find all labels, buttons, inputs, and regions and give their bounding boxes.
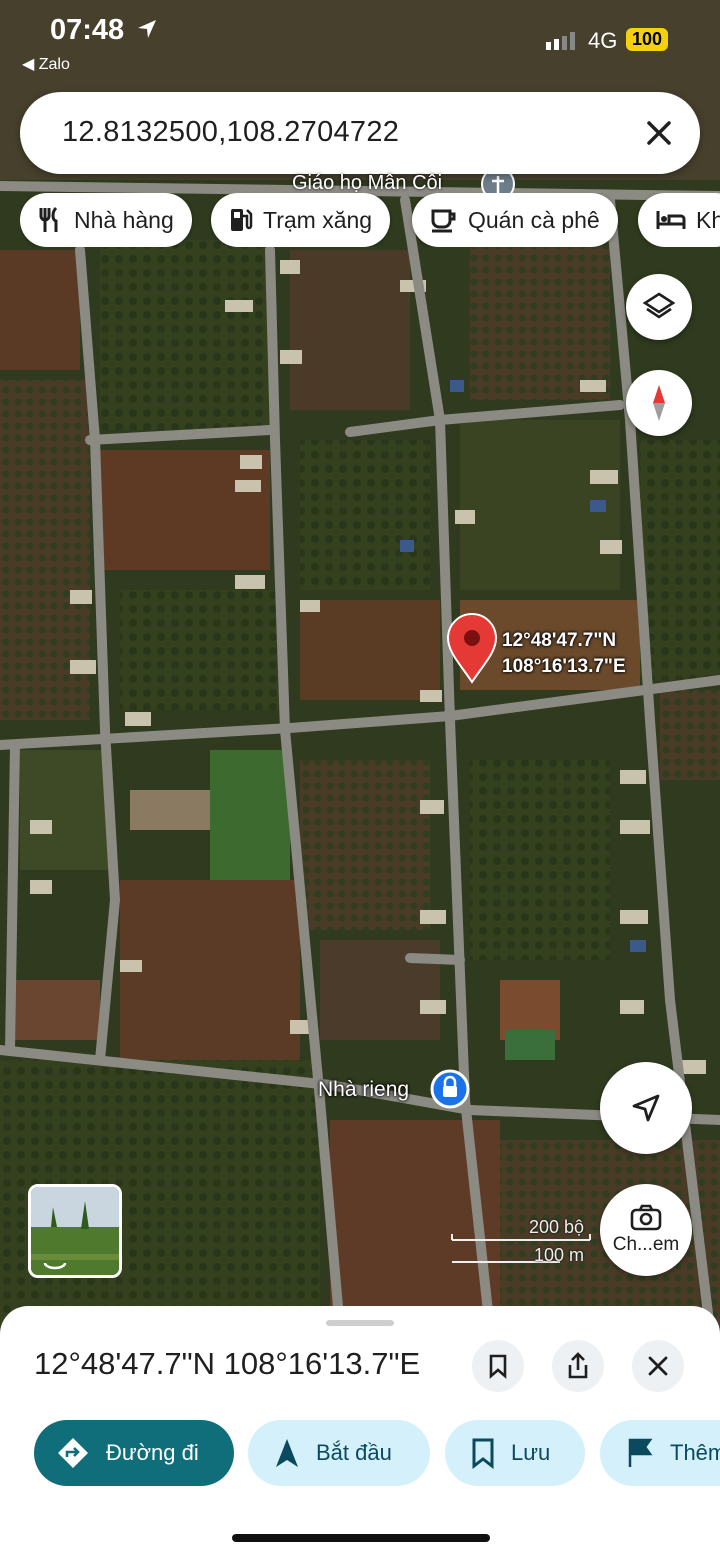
chip-coffee[interactable]: Quán cà phê <box>412 193 618 247</box>
bottom-sheet[interactable]: 12°48'47.7"N 108°16'13.7"E Đường đi Bắt … <box>0 1306 720 1557</box>
close-icon <box>648 1356 668 1376</box>
chip-label: Nhà hàng <box>74 206 174 233</box>
search-bar[interactable]: 12.8132500,108.2704722 <box>20 92 700 174</box>
gas-station-icon <box>231 209 253 231</box>
battery-indicator: 100 <box>626 28 669 51</box>
compass-button[interactable] <box>626 370 692 436</box>
scale-meters: 100 m <box>533 1245 584 1265</box>
place-title: 12°48'47.7"N 108°16'13.7"E <box>34 1346 421 1381</box>
save-button[interactable]: Lưu <box>445 1420 585 1486</box>
directions-label: Đường đi <box>106 1440 199 1465</box>
pin-longitude: 108°16'13.7"E <box>502 656 626 677</box>
map-place-label[interactable]: Giáo họ Mân Côi <box>292 172 442 195</box>
search-query[interactable]: 12.8132500,108.2704722 <box>62 116 399 149</box>
home-indicator[interactable] <box>232 1534 490 1542</box>
signal-icon <box>546 32 575 50</box>
bookmark-icon <box>472 1438 494 1469</box>
layers-icon <box>642 292 676 319</box>
camera-button[interactable]: Ch...em <box>600 1184 692 1276</box>
map-scale: 200 bộ 100 m <box>452 1215 590 1269</box>
share-button[interactable] <box>552 1340 604 1392</box>
drag-handle[interactable] <box>326 1320 394 1326</box>
street-view-thumbnail[interactable] <box>28 1184 122 1278</box>
scale-feet: 200 bộ <box>528 1217 584 1237</box>
coffee-icon <box>431 209 456 233</box>
my-location-button[interactable] <box>600 1062 692 1154</box>
start-label: Bắt đầu <box>316 1440 392 1465</box>
directions-button[interactable]: Đường đi <box>34 1420 234 1486</box>
close-icon[interactable] <box>644 118 674 148</box>
chip-label: Trạm xăng <box>263 206 373 233</box>
network-type: 4G <box>588 28 618 53</box>
layers-button[interactable] <box>626 274 692 340</box>
saved-place-label[interactable]: Nhà rieng <box>318 1078 409 1102</box>
hotel-icon <box>656 211 686 229</box>
chip-label: Quán cà phê <box>468 206 600 233</box>
navigation-arrow-icon <box>632 1094 660 1122</box>
action-buttons: Đường đi Bắt đầu Lưu Thêm <box>0 1420 720 1486</box>
save-label: Lưu <box>511 1440 551 1465</box>
flag-icon <box>628 1438 653 1467</box>
chip-restaurant[interactable]: Nhà hàng <box>20 193 192 247</box>
chip-label: Kh <box>696 206 720 233</box>
clock: 07:48 <box>50 14 125 46</box>
bookmark-icon <box>489 1354 507 1379</box>
save-icon-button[interactable] <box>472 1340 524 1392</box>
compass-icon <box>653 385 665 421</box>
pin-coordinates-label: 12°48'47.7"N 108°16'13.7"E <box>502 628 626 680</box>
directions-icon <box>58 1438 88 1468</box>
more-button[interactable]: Thêm <box>600 1420 720 1486</box>
street-view-image <box>31 1187 119 1275</box>
chip-hotel[interactable]: Kh <box>638 193 720 247</box>
navigate-icon <box>276 1439 298 1467</box>
location-arrow-icon <box>138 20 156 38</box>
camera-label: Ch...em <box>612 1234 680 1255</box>
category-chips: Nhà hàng Trạm xăng Quán cà phê Kh <box>20 193 720 247</box>
camera-icon <box>630 1204 662 1231</box>
more-label: Thêm <box>670 1440 720 1465</box>
status-bar: 07:48 ◀ Zalo 4G 100 <box>0 0 720 80</box>
restaurant-icon <box>39 206 58 232</box>
start-button[interactable]: Bắt đầu <box>248 1420 430 1486</box>
back-to-app-link[interactable]: ◀ Zalo <box>22 54 70 74</box>
share-icon <box>568 1352 588 1379</box>
close-sheet-button[interactable] <box>632 1340 684 1392</box>
chip-gas-station[interactable]: Trạm xăng <box>211 193 391 247</box>
pin-latitude: 12°48'47.7"N <box>502 630 617 651</box>
